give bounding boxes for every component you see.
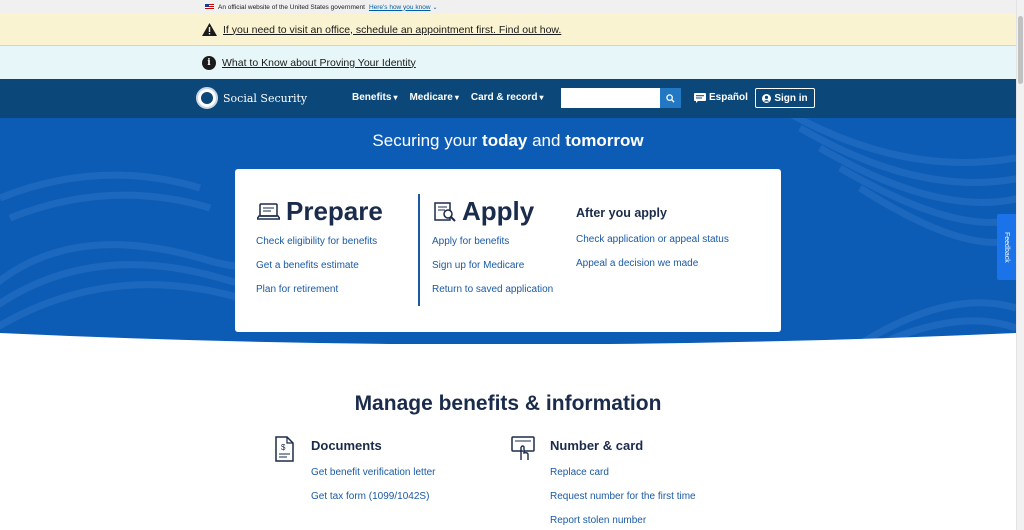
apply-benefits-link[interactable]: Apply for benefits: [432, 236, 509, 247]
nav-benefits[interactable]: Benefits ▾: [352, 92, 397, 103]
nav-card-record-label: Card & record: [470, 92, 538, 103]
report-stolen-link[interactable]: Report stolen number: [550, 515, 646, 526]
translate-icon: [694, 92, 706, 103]
action-card: Prepare Check eligibility for benefits G…: [235, 169, 781, 332]
number-card-heading: Number & card: [550, 438, 644, 453]
plan-retirement-link[interactable]: Plan for retirement: [256, 284, 338, 295]
search-input[interactable]: [561, 88, 660, 108]
replace-card-link[interactable]: Replace card: [550, 467, 609, 478]
alert-info: i What to Know about Proving Your Identi…: [0, 46, 1024, 79]
chevron-down-icon: ▾: [539, 93, 544, 102]
prepare-heading: Prepare: [257, 196, 383, 227]
hero-title-part: Securing your: [372, 131, 483, 150]
verification-letter-link[interactable]: Get benefit verification letter: [311, 467, 436, 478]
espanol-link[interactable]: Español: [694, 92, 748, 103]
svg-text:$: $: [281, 443, 286, 452]
hero-title: Securing your today and tomorrow: [0, 131, 1016, 151]
search-button[interactable]: [660, 88, 681, 108]
hero-title-bold-tomorrow: tomorrow: [565, 131, 644, 150]
apply-heading: Apply: [434, 196, 534, 227]
nav-menu: Benefits ▾ Medicare ▾ Card & record ▾: [352, 92, 544, 103]
gov-banner-text: An official website of the United States…: [218, 3, 365, 11]
alert-warning-link[interactable]: If you need to visit an office, schedule…: [223, 24, 561, 36]
after-apply-heading: After you apply: [576, 206, 667, 220]
benefits-estimate-link[interactable]: Get a benefits estimate: [256, 260, 359, 271]
sign-in-label: Sign in: [774, 92, 808, 104]
nav-benefits-label: Benefits: [352, 92, 392, 103]
chevron-down-icon: ▾: [454, 93, 459, 102]
info-icon: i: [202, 55, 216, 70]
hero: Securing your today and tomorrow Prepare…: [0, 118, 1024, 344]
main-nav: Social Security Benefits ▾ Medicare ▾ Card…: [0, 79, 1024, 118]
laptop-icon: [257, 202, 280, 220]
hero-title-part: and: [527, 131, 566, 150]
saved-application-link[interactable]: Return to saved application: [432, 284, 553, 295]
warning-icon: [202, 23, 217, 36]
nav-medicare-label: Medicare: [409, 92, 453, 103]
heres-how-link[interactable]: Here's how you know: [369, 4, 431, 11]
chevron-down-icon: ▾: [393, 93, 398, 102]
feedback-tab[interactable]: Feedback: [997, 214, 1016, 280]
card-hand-icon: [511, 436, 535, 460]
espanol-label: Español: [709, 92, 748, 103]
hero-title-bold-today: today: [482, 131, 528, 150]
nav-card-record[interactable]: Card & record ▾: [471, 92, 544, 103]
document-icon: $: [275, 436, 294, 462]
medicare-signup-link[interactable]: Sign up for Medicare: [432, 260, 524, 271]
apply-title: Apply: [462, 196, 535, 226]
appeal-decision-link[interactable]: Appeal a decision we made: [576, 258, 698, 269]
user-icon: [762, 93, 772, 103]
alert-warning: If you need to visit an office, schedule…: [0, 14, 1024, 46]
prepare-title: Prepare: [286, 196, 383, 226]
search-icon: [666, 93, 675, 103]
us-flag-icon: [205, 4, 214, 10]
check-status-link[interactable]: Check application or appeal status: [576, 234, 729, 245]
gov-banner: An official website of the United States…: [0, 0, 1024, 14]
manage-title: Manage benefits & information: [354, 392, 662, 415]
sign-in-button[interactable]: Sign in: [755, 88, 815, 108]
nav-medicare[interactable]: Medicare ▾: [409, 92, 458, 103]
column-divider: [418, 194, 420, 306]
logo-text: Social Security: [223, 91, 308, 105]
tax-form-link[interactable]: Get tax form (1099/1042S): [311, 491, 429, 502]
chevron-down-icon[interactable]: ⌄: [433, 4, 438, 11]
search-form: [561, 88, 681, 108]
alert-info-link[interactable]: What to Know about Proving Your Identity: [222, 57, 416, 69]
ssa-seal-icon: [196, 87, 218, 109]
documents-heading: Documents: [311, 438, 382, 453]
check-eligibility-link[interactable]: Check eligibility for benefits: [256, 236, 377, 247]
ssa-logo[interactable]: Social Security: [196, 87, 307, 109]
request-number-link[interactable]: Request number for the first time: [550, 491, 696, 502]
scrollbar[interactable]: [1016, 0, 1024, 530]
application-icon: [434, 202, 456, 222]
scrollbar-thumb[interactable]: [1018, 16, 1023, 84]
